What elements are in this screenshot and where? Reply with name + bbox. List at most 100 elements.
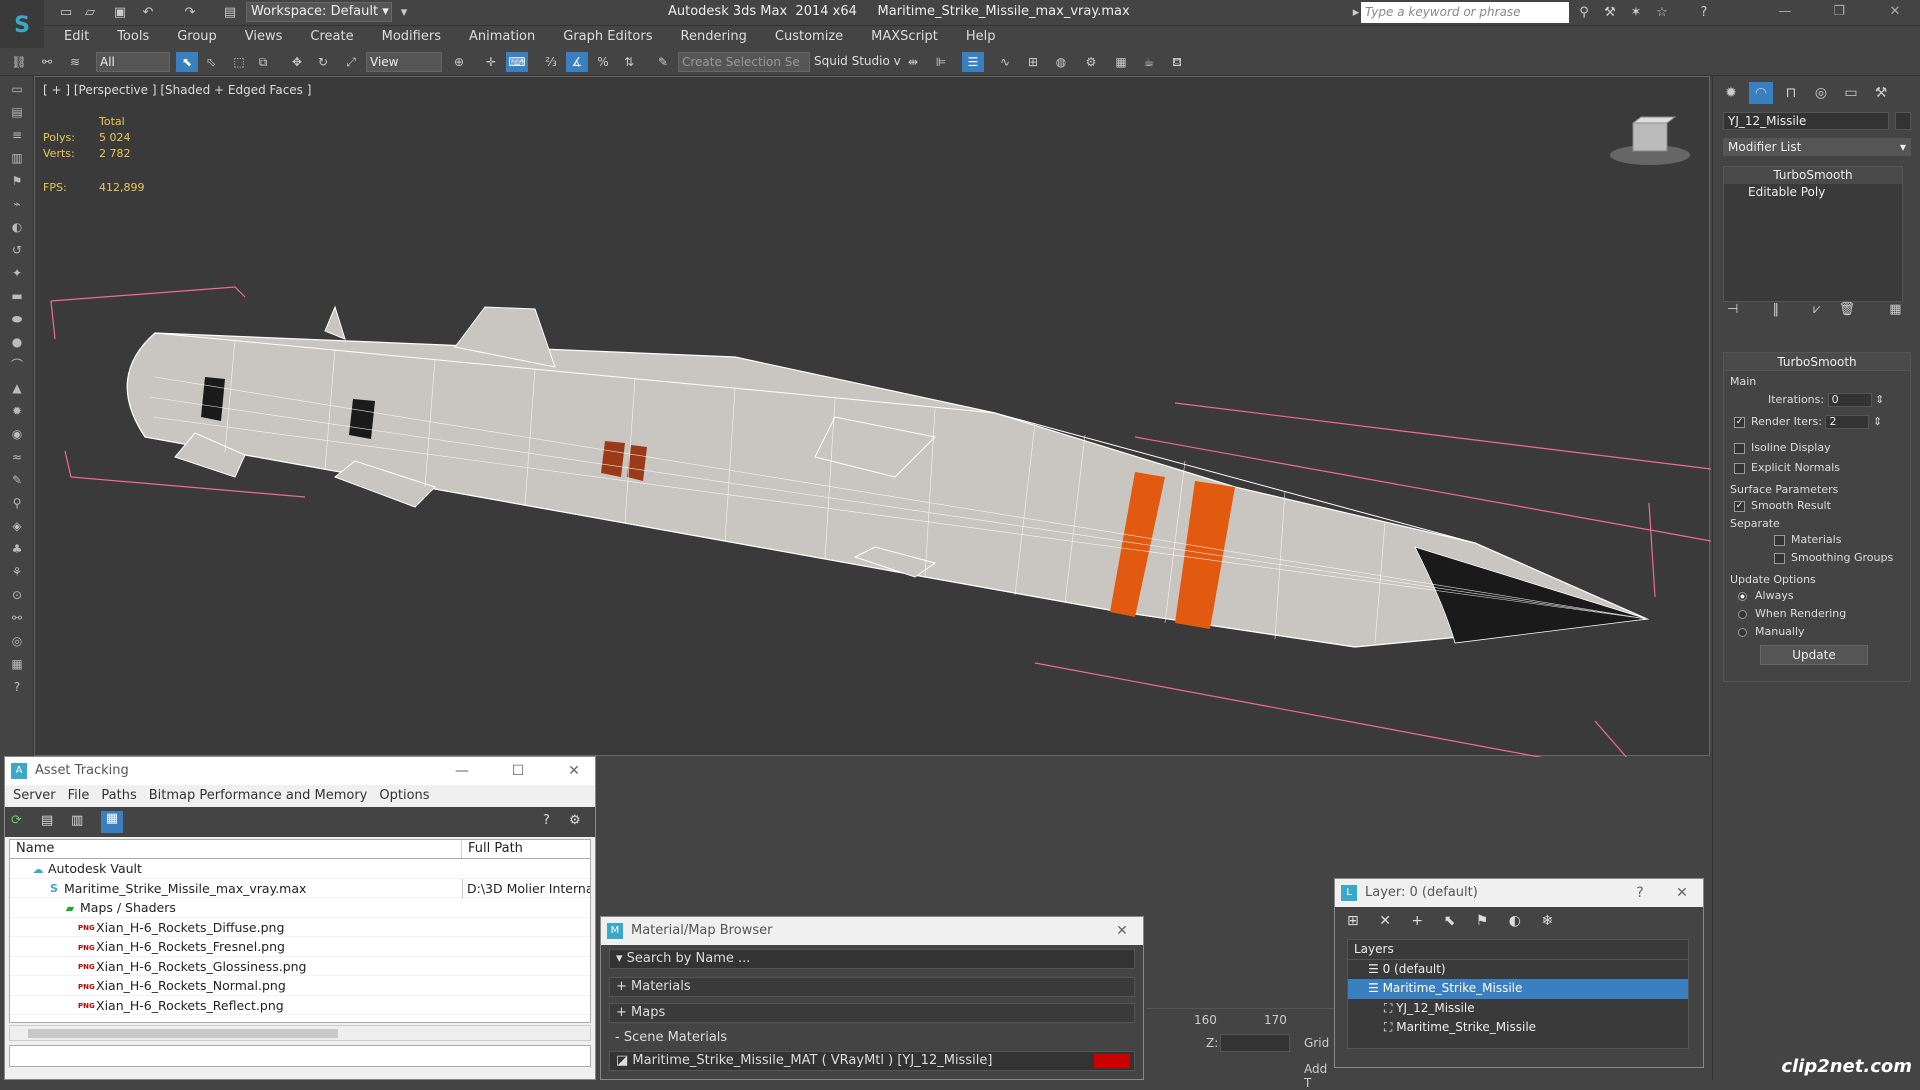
asset-menu-bitmap[interactable]: Bitmap Performance and Memory bbox=[143, 785, 374, 807]
layer-manager-icon[interactable]: ☰ bbox=[962, 52, 984, 72]
menu-views[interactable]: Views bbox=[231, 26, 297, 48]
explicit-normals-checkbox[interactable] bbox=[1734, 462, 1745, 474]
modify-tab-icon[interactable]: ◠ bbox=[1749, 82, 1773, 104]
layer-help-icon[interactable]: ? bbox=[1619, 879, 1661, 907]
scene-material-item[interactable]: ◪ Maritime_Strike_Missile_MAT ( VRayMtl … bbox=[609, 1051, 1135, 1071]
add-to-layer-icon[interactable]: + bbox=[1411, 913, 1423, 929]
hide-all-icon[interactable]: ◐ bbox=[1509, 913, 1521, 929]
tool-6-icon[interactable]: ⌁ bbox=[6, 194, 28, 214]
show-end-result-icon[interactable]: ‖ bbox=[1772, 302, 1779, 317]
tool-1-icon[interactable]: ▭ bbox=[6, 79, 28, 99]
tool-19-icon[interactable]: ⚲ bbox=[6, 493, 28, 513]
iterations-spinner[interactable]: 0 bbox=[1827, 393, 1872, 407]
tool-24-icon[interactable]: ⚯ bbox=[6, 608, 28, 628]
undo-icon[interactable]: ↶ bbox=[138, 3, 158, 23]
asset-row[interactable]: PNGXian_H-6_Rockets_Glossiness.png bbox=[10, 957, 590, 976]
squid-studio-label[interactable]: Squid Studio v bbox=[814, 54, 901, 68]
create-layer-icon[interactable]: ⊞ bbox=[1347, 913, 1359, 929]
layer-row[interactable]: ⛶ YJ_12_Missile bbox=[1348, 999, 1688, 1019]
align-icon[interactable]: ⊫ bbox=[930, 52, 952, 72]
missile-model[interactable] bbox=[35, 77, 1711, 757]
asset-menu-options[interactable]: Options bbox=[373, 785, 435, 807]
materials-group[interactable]: + Materials bbox=[609, 977, 1135, 997]
menu-help[interactable]: Help bbox=[952, 26, 1010, 48]
isoline-checkbox[interactable] bbox=[1734, 442, 1745, 454]
tool-3-icon[interactable]: ≡ bbox=[6, 125, 28, 145]
tool-17-icon[interactable]: ≈ bbox=[6, 447, 28, 467]
menu-graph-editors[interactable]: Graph Editors bbox=[549, 26, 666, 48]
subscription-icon[interactable]: ✶ bbox=[1626, 3, 1646, 23]
keyboard-shortcut-icon[interactable]: ⌨ bbox=[506, 52, 528, 72]
close-window-button[interactable]: ✕ bbox=[1880, 2, 1910, 22]
menu-modifiers[interactable]: Modifiers bbox=[368, 26, 455, 48]
render-iters-spinner[interactable]: 2 bbox=[1825, 415, 1870, 429]
restore-button[interactable]: ❐ bbox=[1824, 2, 1854, 22]
tool-4-icon[interactable]: ▥ bbox=[6, 148, 28, 168]
menu-create[interactable]: Create bbox=[296, 26, 367, 48]
scroll-thumb[interactable] bbox=[28, 1029, 338, 1038]
always-radio[interactable] bbox=[1738, 591, 1747, 601]
asset-row[interactable]: PNGXian_H-6_Rockets_Reflect.png bbox=[10, 996, 590, 1015]
unlink-icon[interactable]: ⚯ bbox=[36, 52, 58, 72]
object-name-field[interactable]: YJ_12_Missile bbox=[1723, 112, 1889, 130]
display-tab-icon[interactable]: ▭ bbox=[1839, 82, 1863, 104]
binoculars-icon[interactable]: ⚲ bbox=[1574, 3, 1594, 23]
detail-view-icon[interactable]: ▥ bbox=[71, 813, 89, 831]
configure-sets-icon[interactable]: ▦ bbox=[1889, 302, 1901, 317]
mat-search-input[interactable]: ▾ Search by Name ... bbox=[609, 949, 1135, 969]
favorites-star-icon[interactable]: ☆ bbox=[1652, 3, 1672, 23]
asset-row[interactable]: ☁ Autodesk Vault bbox=[10, 859, 590, 879]
workspace-dropdown[interactable]: Workspace: Default ▾ bbox=[246, 2, 392, 22]
tool-14-icon[interactable]: ▲ bbox=[6, 378, 28, 398]
select-manipulate-icon[interactable]: ✛ bbox=[480, 52, 502, 72]
asset-row[interactable]: PNGXian_H-6_Rockets_Diffuse.png bbox=[10, 918, 590, 937]
rect-selection-icon[interactable]: ⬚ bbox=[228, 52, 250, 72]
curve-editor-icon[interactable]: ∿ bbox=[994, 52, 1016, 72]
save-icon[interactable]: ▣ bbox=[110, 3, 130, 23]
tool-8-icon[interactable]: ↺ bbox=[6, 240, 28, 260]
tool-7-icon[interactable]: ◐ bbox=[6, 217, 28, 237]
tool-26-icon[interactable]: ▦ bbox=[6, 654, 28, 674]
scene-materials-group[interactable]: - Scene Materials bbox=[609, 1029, 1135, 1049]
tool-10-icon[interactable]: ▬ bbox=[6, 286, 28, 306]
tool-21-icon[interactable]: ♣ bbox=[6, 539, 28, 559]
render-setup-icon[interactable]: ⚙ bbox=[1080, 52, 1102, 72]
tool-20-icon[interactable]: ◈ bbox=[6, 516, 28, 536]
named-selection-dropdown[interactable]: Create Selection Se bbox=[678, 52, 810, 72]
tool-13-icon[interactable]: ⌒ bbox=[6, 355, 28, 375]
asset-row[interactable]: PNGXian_H-6_Rockets_Normal.png bbox=[10, 976, 590, 996]
menu-animation[interactable]: Animation bbox=[455, 26, 549, 48]
asset-help-icon[interactable]: ? bbox=[543, 813, 550, 828]
smooth-result-checkbox[interactable]: ✓ bbox=[1734, 500, 1745, 512]
percent-snap-icon[interactable]: % bbox=[592, 52, 614, 72]
utilities-tab-icon[interactable]: ⚒ bbox=[1869, 82, 1893, 104]
list-view-icon[interactable]: ▤ bbox=[41, 813, 59, 831]
menu-maxscript[interactable]: MAXScript bbox=[857, 26, 952, 48]
pin-stack-icon[interactable]: ⊣ bbox=[1727, 302, 1738, 317]
minimize-icon[interactable]: — bbox=[441, 757, 483, 785]
table-view-icon[interactable]: ▦ bbox=[101, 811, 123, 833]
update-button[interactable]: Update bbox=[1760, 645, 1868, 665]
reference-coord-dropdown[interactable]: View bbox=[366, 52, 442, 72]
maps-group[interactable]: + Maps bbox=[609, 1003, 1135, 1023]
asset-menu-file[interactable]: File bbox=[62, 785, 96, 807]
select-by-name-icon[interactable]: ⬁ bbox=[200, 52, 222, 72]
tool-18-icon[interactable]: ✎ bbox=[6, 470, 28, 490]
material-editor-icon[interactable]: ◍ bbox=[1050, 52, 1072, 72]
menu-tools[interactable]: Tools bbox=[103, 26, 163, 48]
menu-group[interactable]: Group bbox=[163, 26, 231, 48]
project-folder-icon[interactable]: ▤ bbox=[220, 3, 240, 23]
layer-row[interactable]: ⛶ Maritime_Strike_Missile bbox=[1348, 1018, 1688, 1038]
close-icon[interactable]: ✕ bbox=[1101, 917, 1143, 945]
remove-modifier-icon[interactable]: 🗑 bbox=[1839, 302, 1856, 317]
search-input[interactable]: Type a keyword or phrase bbox=[1361, 2, 1569, 23]
stack-item-editable-poly[interactable]: Editable Poly bbox=[1724, 184, 1902, 201]
select-layer-icon[interactable]: ⬉ bbox=[1444, 913, 1456, 929]
selection-filter-dropdown[interactable]: All bbox=[96, 52, 170, 72]
layer-row[interactable]: ☰ 0 (default) bbox=[1348, 960, 1688, 980]
tool-22-icon[interactable]: ⚘ bbox=[6, 562, 28, 582]
render-icon[interactable]: ☕ bbox=[1138, 52, 1160, 72]
highlight-layer-icon[interactable]: ⚑ bbox=[1476, 913, 1489, 929]
add-time-tag[interactable]: Add T bbox=[1304, 1062, 1334, 1090]
edit-named-selection-icon[interactable]: ✎ bbox=[652, 52, 674, 72]
